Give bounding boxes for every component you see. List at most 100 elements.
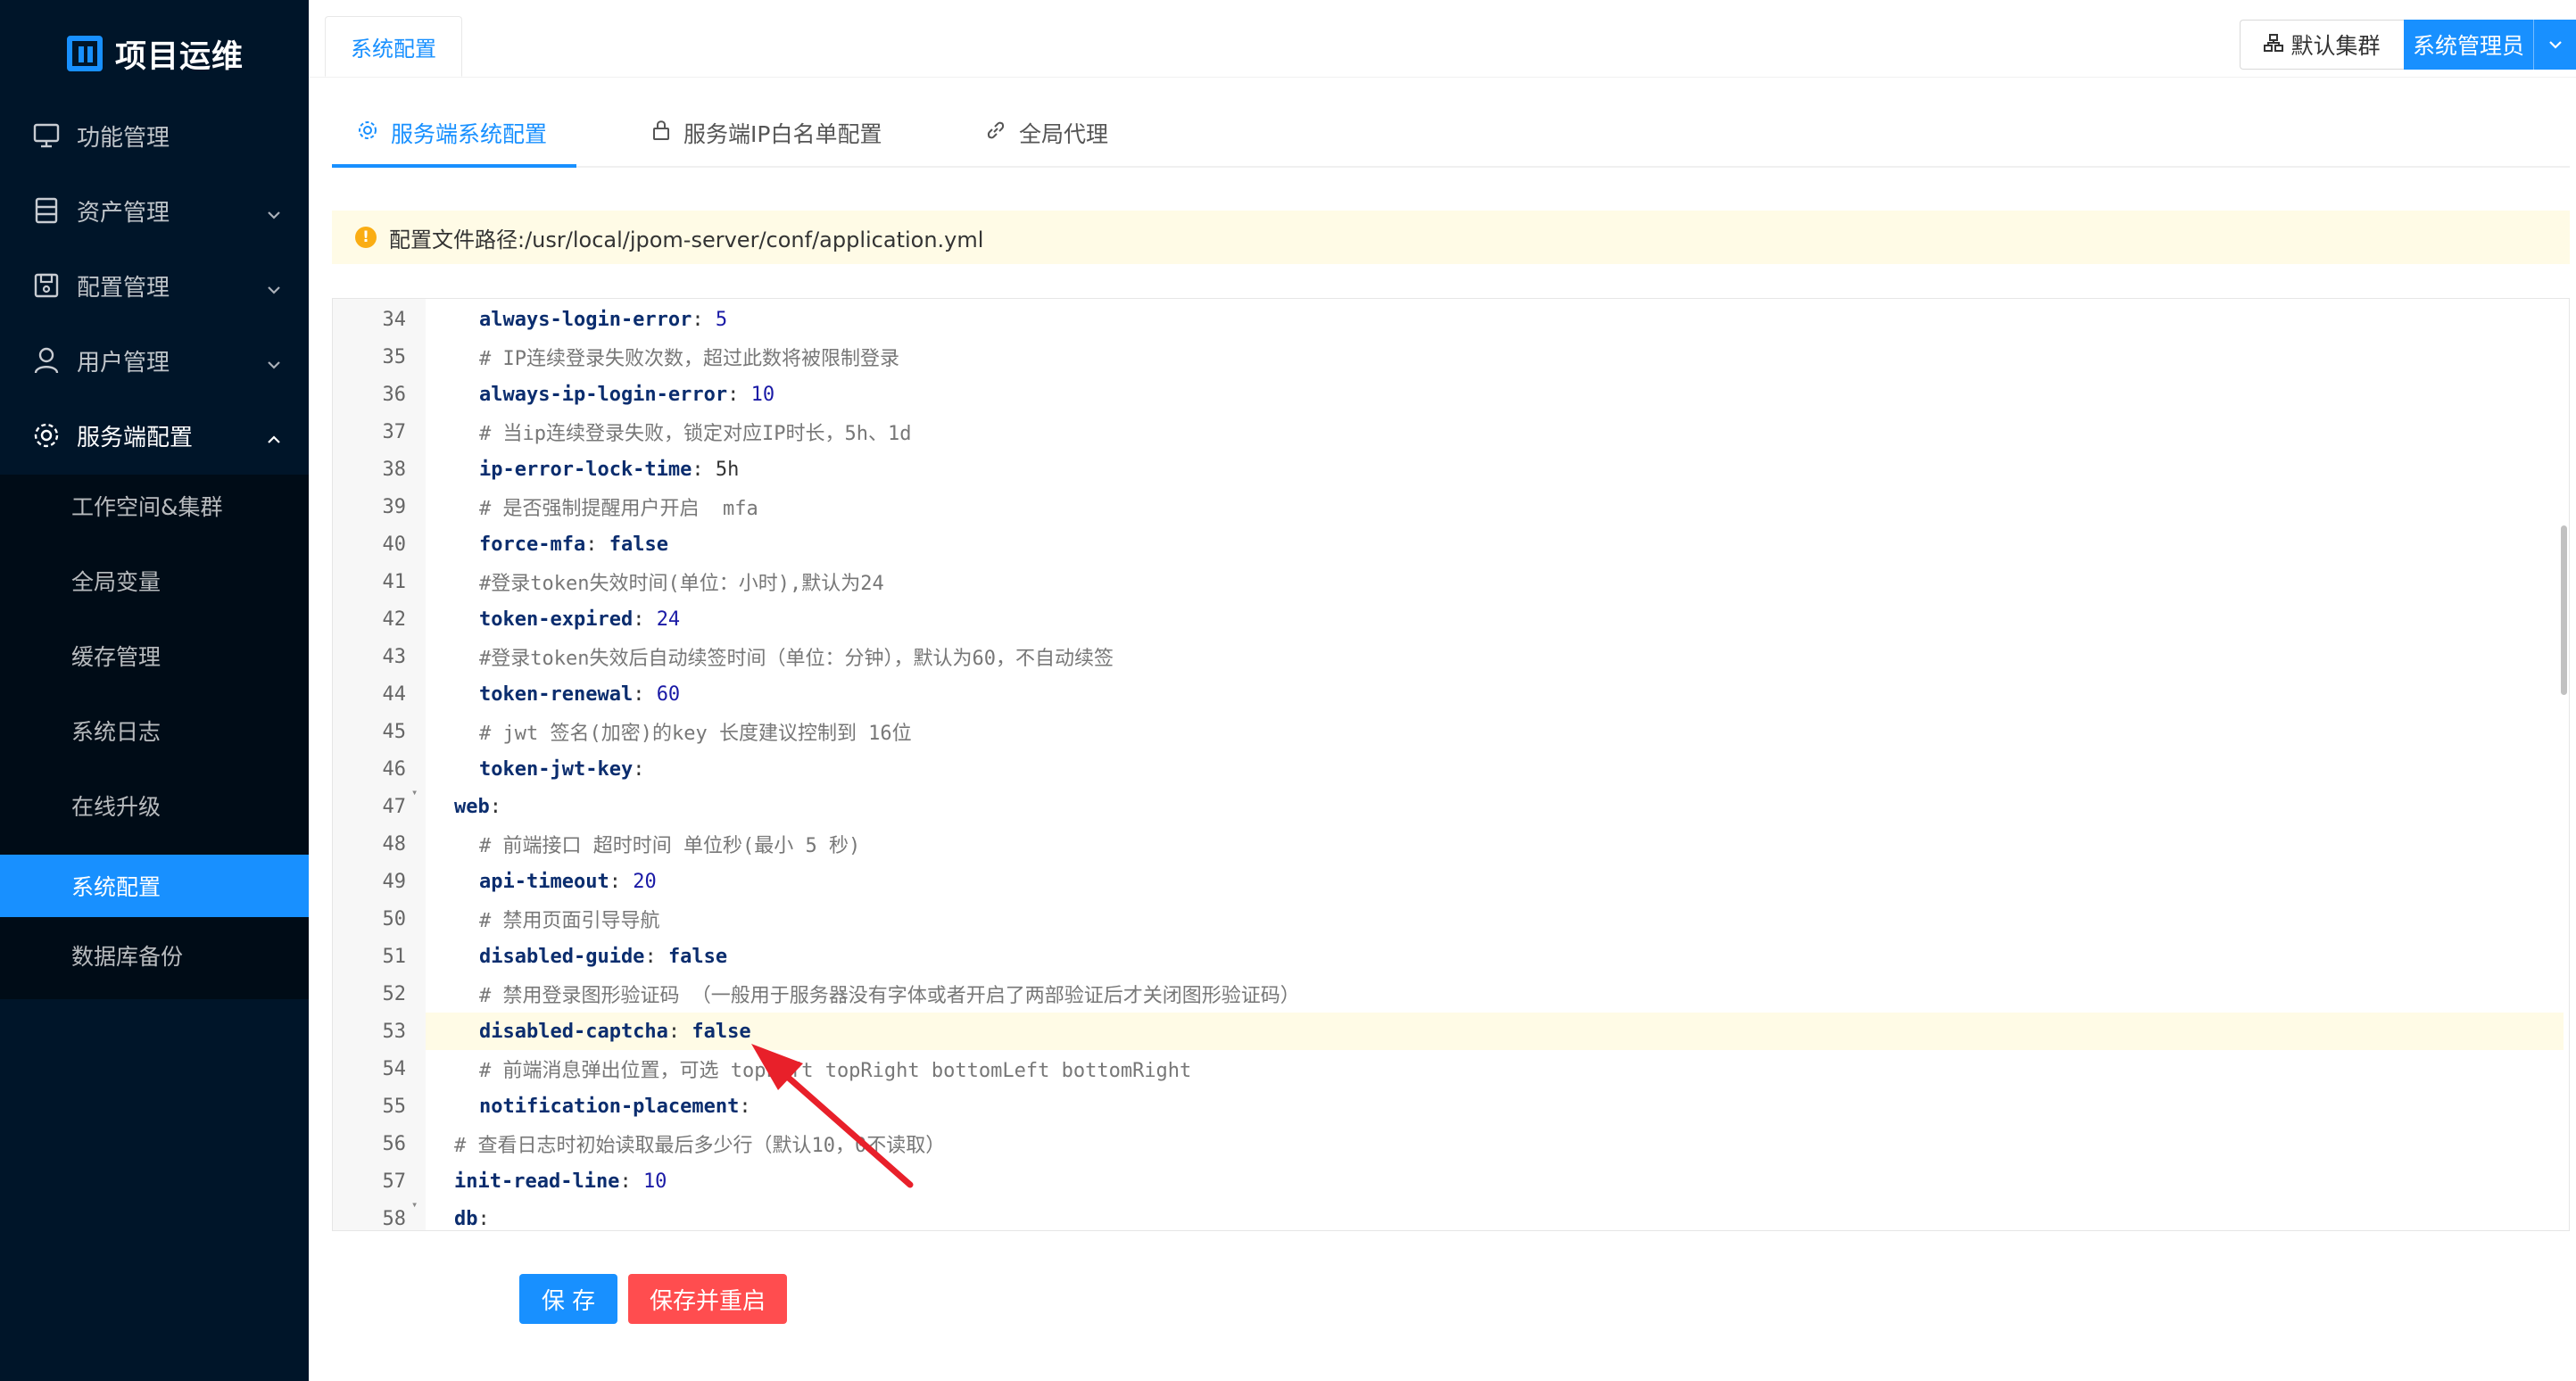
code-line[interactable]: 41 #登录token失效时间(单位：小时),默认为24 [333,563,2546,600]
code-comment: #登录token失效时间(单位：小时),默认为24 [479,573,884,595]
settings-tabs: 服务端系统配置 服务端IP白名单配置 全局代理 [332,100,2570,168]
code-comment: # 当ip连续登录失败，锁定对应IP时长，5h、1d [479,423,912,445]
submenu-item-upgrade[interactable]: 在线升级 [0,774,309,837]
line-number: 54 [382,1057,407,1080]
server-config-submenu: 工作空间&集群 全局变量 缓存管理 系统日志 在线升级 系统配置 数据库备份 [0,475,309,999]
code-text: init-read-line: 10 [454,1170,667,1193]
code-text: # 当ip连续登录失败，锁定对应IP时长，5h、1d [479,418,911,446]
tab-label: 服务端IP白名单配置 [683,121,882,147]
code-line[interactable]: 55 notification-placement: [333,1087,2546,1125]
yaml-separator: : [633,682,657,706]
code-line[interactable]: 49 api-timeout: 20 [333,863,2546,900]
code-comment: # 前端接口 超时时间 单位秒(最小 5 秒) [479,835,861,857]
server-icon [30,197,62,224]
chevron-down-icon [2547,37,2564,54]
code-line[interactable]: 46 token-jwt-key: [333,750,2546,788]
yaml-separator: : [692,458,716,481]
code-line[interactable]: 54 # 前端消息弹出位置，可选 topLeft topRight bottomL… [333,1050,2546,1087]
chevron-down-icon [266,275,282,302]
code-line[interactable]: 42 token-expired: 24 [333,600,2546,638]
code-line[interactable]: 44 token-renewal: 60 [333,675,2546,713]
submenu-item-cache[interactable]: 缓存管理 [0,624,309,687]
save-restart-button[interactable]: 保存并重启 [628,1274,787,1324]
yaml-key: disabled-guide [479,945,645,968]
code-comment: # 前端消息弹出位置，可选 topLeft topRight bottomLef… [479,1060,1192,1082]
top-tabbar: 系统配置 [309,0,2576,78]
code-line[interactable]: 38 ip-error-lock-time: 5h [333,451,2546,488]
yaml-separator: : [667,1020,692,1043]
code-line[interactable]: 52 # 禁用登录图形验证码 （一般用于服务器没有字体或者开启了两部验证后才关闭图… [333,975,2546,1013]
save-button[interactable]: 保 存 [519,1274,617,1324]
active-tab-indicator [332,164,576,168]
submenu-item-global-vars[interactable]: 全局变量 [0,550,309,612]
line-number: 42 [382,608,407,631]
line-number: 48 [382,832,407,856]
sidebar-item-server-config[interactable]: 服务端配置 [0,398,309,473]
yaml-code-editor[interactable]: 34 always-login-error: 5 35 # IP连续登录失败次数，超过… [332,298,2570,1231]
code-text: # 是否强制提醒用户开启 mfa [479,492,758,521]
code-line[interactable]: 47 ▾ web: [333,786,2546,825]
yaml-key: db [454,1207,478,1230]
editor-scrollbar[interactable] [2561,525,2567,695]
cluster-selector-button[interactable]: 默认集群 [2240,20,2404,70]
yaml-separator: : [585,533,609,556]
code-line[interactable]: 40 force-mfa: false [333,525,2546,563]
gear-icon [30,421,62,450]
code-line[interactable]: 48 # 前端接口 超时时间 单位秒(最小 5 秒) [333,825,2546,863]
code-line[interactable]: 36 always-ip-login-error: 10 [333,376,2546,413]
code-line[interactable]: 51 disabled-guide: false [333,938,2546,975]
tab-global-proxy[interactable]: 全局代理 [985,100,1108,166]
yaml-key: disabled-captcha [479,1020,668,1043]
save-icon [30,273,62,298]
code-line[interactable]: 57 init-read-line: 10 [333,1162,2546,1200]
submenu-item-db-backup[interactable]: 数据库备份 [0,924,309,987]
tab-label: 服务端系统配置 [391,121,548,147]
code-line[interactable]: 43 #登录token失效后自动续签时间（单位：分钟），默认为60，不自动续签 [333,638,2546,675]
code-line[interactable]: 37 # 当ip连续登录失败，锁定对应IP时长，5h、1d [333,413,2546,451]
link-icon [985,120,1019,146]
line-number: 52 [382,982,407,1005]
app-logo[interactable]: 项目运维 [67,32,244,75]
fold-toggle-icon[interactable]: ▾ [411,786,2560,798]
code-line[interactable]: 53 disabled-captcha: false [383,1013,2564,1050]
submenu-item-workspace[interactable]: 工作空间&集群 [0,475,309,537]
code-text: api-timeout: 20 [479,871,657,893]
sidebar-item-users[interactable]: 用户管理 [0,323,309,398]
code-line[interactable]: 58 ▾ db: [333,1198,2546,1230]
code-text: # 禁用页面引导导航 [479,905,660,933]
fold-toggle-icon[interactable]: ▾ [411,1198,2560,1211]
code-line[interactable]: 34 always-login-error: 5 [333,301,2546,338]
code-line[interactable]: 35 # IP连续登录失败次数，超过此数将被限制登录 [333,338,2546,376]
line-number: 44 [382,682,407,706]
yaml-key: token-renewal [479,682,634,706]
yaml-separator: : [727,383,751,406]
code-line[interactable]: 50 # 禁用页面引导导航 [333,900,2546,938]
yaml-separator: : [477,1207,490,1230]
submenu-item-system-config[interactable]: 系统配置 [0,855,309,917]
line-number: 34 [382,308,407,331]
tab-server-system-config[interactable]: 服务端系统配置 [357,100,547,166]
yaml-separator: : [619,1170,643,1193]
yaml-key: always-login-error [479,308,692,331]
line-number: 38 [382,458,407,481]
user-menu-dropdown[interactable] [2533,20,2576,70]
yaml-key: api-timeout [479,870,609,893]
submenu-item-system-log[interactable]: 系统日志 [0,699,309,762]
line-number: 58 [382,1207,407,1230]
code-line[interactable]: 45 # jwt 签名(加密)的key 长度建议控制到 16位 [333,713,2546,750]
sidebar-item-config[interactable]: 配置管理 [0,248,309,323]
line-number: 53 [382,1020,407,1043]
code-line[interactable]: 56 # 查看日志时初始读取最后多少行（默认10，0不读取） [333,1125,2546,1162]
yaml-key: notification-placement [479,1095,740,1118]
tab-ip-whitelist[interactable]: 服务端IP白名单配置 [651,100,882,166]
yaml-separator: : [692,308,716,331]
sidebar-item-assets[interactable]: 资产管理 [0,173,309,248]
tab-system-config[interactable]: 系统配置 [325,16,462,77]
sidebar-item-features[interactable]: 功能管理 [0,98,309,173]
yaml-key: token-jwt-key [479,757,634,781]
line-number: 43 [382,645,407,668]
code-line[interactable]: 39 # 是否强制提醒用户开启 mfa [333,488,2546,525]
user-menu-button[interactable]: 系统管理员 [2404,20,2533,70]
code-text: db: [454,1208,490,1230]
yaml-separator: : [633,608,657,631]
